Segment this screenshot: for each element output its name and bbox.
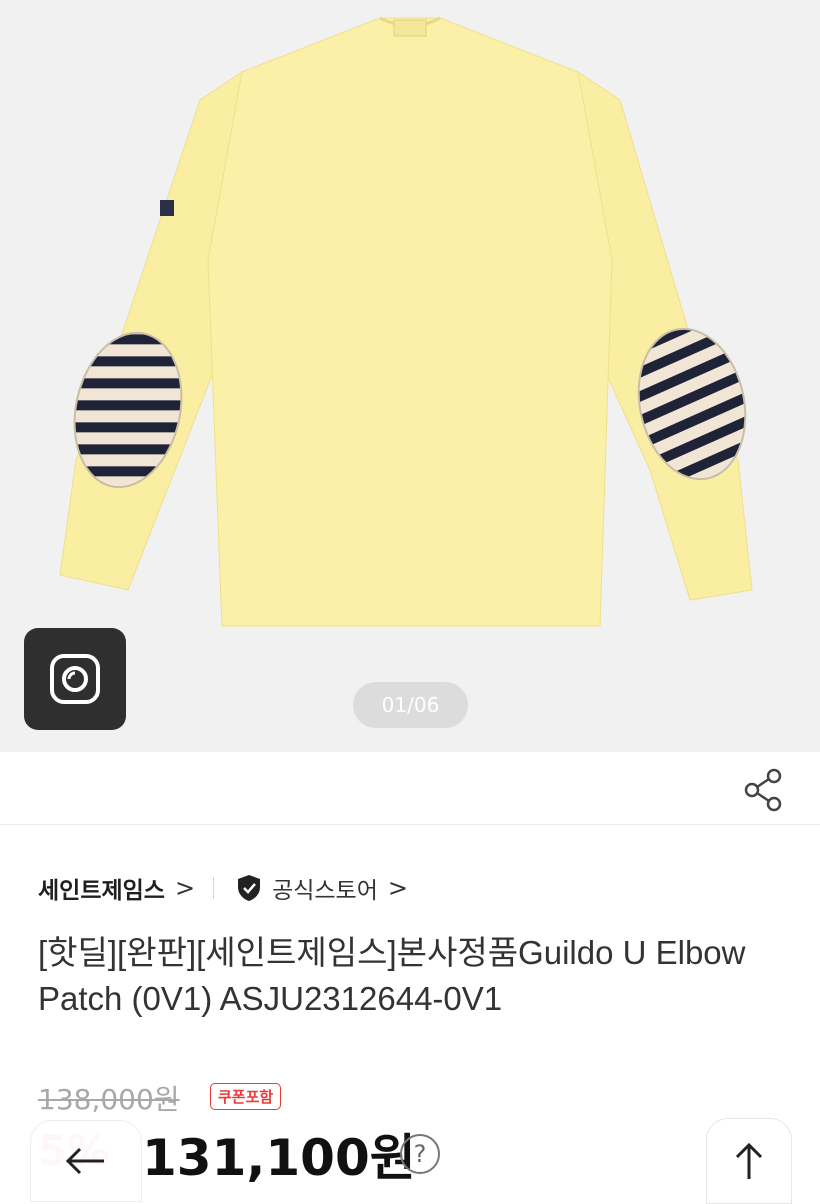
back-button[interactable] <box>30 1120 142 1202</box>
arrow-left-icon <box>65 1147 104 1175</box>
product-title: [핫딜][완판][세인트제임스]본사정품Guildo U Elbow Patch… <box>38 934 746 1017</box>
share-row <box>0 752 820 825</box>
price-help-icon[interactable]: ? <box>400 1134 440 1174</box>
coupon-badge: 쿠폰포함 <box>210 1083 282 1110</box>
store-row: 세인트제임스 > 공식스토어 > <box>38 868 408 908</box>
scroll-top-button[interactable] <box>706 1118 792 1204</box>
image-counter: 01/06 <box>353 682 468 728</box>
original-price: 138,000원 <box>38 1083 180 1116</box>
final-price: 131,100원 <box>142 1129 416 1187</box>
lens-icon <box>50 654 100 704</box>
product-image-gallery[interactable]: 01/06 <box>0 0 820 752</box>
chevron-right-icon: > <box>387 874 408 902</box>
chevron-right-icon: > <box>174 874 196 902</box>
official-store-link[interactable]: 공식스토어 > <box>236 871 408 905</box>
official-store-label: 공식스토어 <box>272 878 378 904</box>
arrow-up-icon <box>735 1142 763 1179</box>
shield-check-icon <box>238 875 261 901</box>
share-icon <box>744 768 782 812</box>
share-button[interactable] <box>740 766 786 812</box>
brand-link[interactable]: 세인트제임스 <box>38 871 165 905</box>
image-search-button[interactable] <box>24 628 126 730</box>
divider <box>213 877 215 899</box>
